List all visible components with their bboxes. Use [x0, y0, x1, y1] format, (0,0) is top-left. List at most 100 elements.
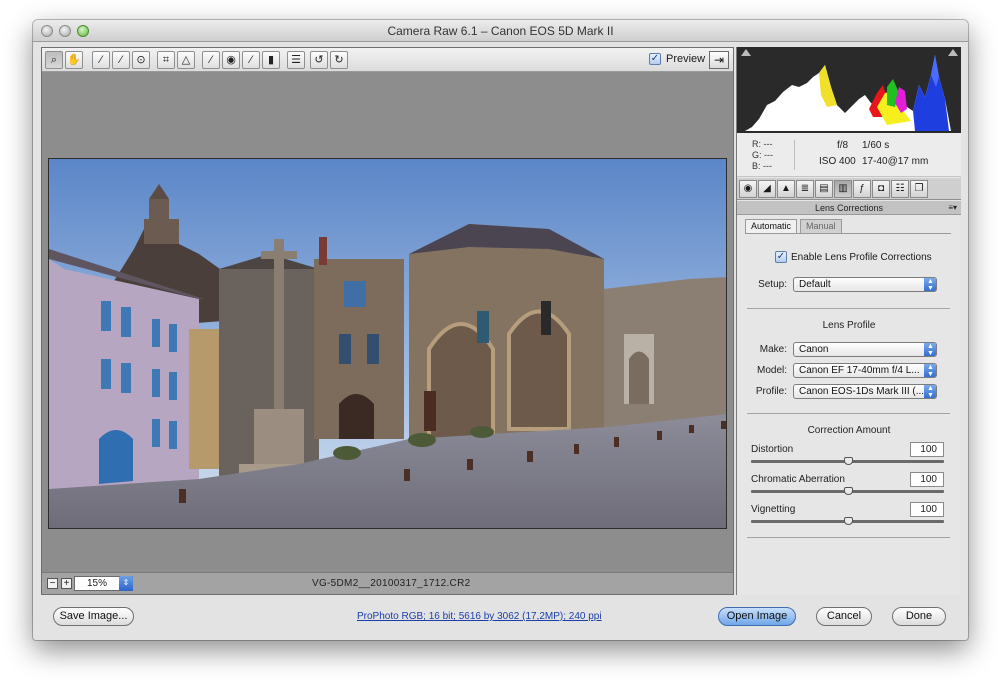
camera-calibration-tab-icon[interactable]: ◘: [872, 180, 890, 198]
distortion-slider-thumb[interactable]: [843, 457, 853, 465]
adjustments-panel: R: --- G: --- B: --- f/8 1/60 s ISO 400 …: [736, 47, 961, 595]
subtab-divider: [745, 233, 951, 234]
preview-check-icon[interactable]: ✓: [649, 53, 661, 65]
preferences-icon[interactable]: ☰: [287, 51, 305, 69]
divider: [747, 413, 950, 414]
file-name: VG-5DM2__20100317_1712.CR2: [312, 578, 471, 589]
divider: [747, 537, 950, 538]
preview-label: Preview: [666, 53, 706, 65]
hsl-tab-icon[interactable]: ≣: [796, 180, 814, 198]
enable-profile-checkbox[interactable]: ✓ Enable Lens Profile Corrections: [775, 251, 932, 263]
tone-curve-tab-icon[interactable]: ◢: [758, 180, 776, 198]
make-select[interactable]: Canon ▲ ▼: [793, 342, 937, 357]
presets-tab-icon[interactable]: ☷: [891, 180, 909, 198]
crop-tool-icon[interactable]: ⌗: [157, 51, 175, 69]
profile-select[interactable]: Canon EOS-1Ds Mark III (... ▲ ▼: [793, 384, 937, 399]
status-bar: − + 15% ⇕ VG-5DM2__20100317_1712.CR2: [42, 572, 733, 594]
make-dropdown-icon[interactable]: ▲ ▼: [924, 343, 936, 356]
graduated-filter-tool-icon[interactable]: ▮: [262, 51, 280, 69]
basic-tab-icon[interactable]: ◉: [739, 180, 757, 198]
histogram-graph: [745, 55, 951, 131]
pixel-readout: R: --- G: --- B: --- f/8 1/60 s ISO 400 …: [737, 133, 961, 177]
model-dropdown-icon[interactable]: ▲ ▼: [924, 364, 936, 377]
window-title: Camera Raw 6.1 – Canon EOS 5D Mark II: [387, 24, 614, 38]
make-value: Canon: [799, 344, 829, 355]
effects-tab-icon[interactable]: ƒ: [853, 180, 871, 198]
subtabs: Automatic Manual: [745, 219, 951, 233]
tool-bar: ⌕ ✋ ⁄ ⁄ ⊙ ⌗ △ ⁄ ◉ ⁄ ▮ ☰ ↺ ↻ ✓ Preview ⇥: [42, 48, 733, 72]
setup-value: Default: [799, 279, 831, 290]
hand-tool-icon[interactable]: ✋: [65, 51, 83, 69]
open-image-button[interactable]: Open Image: [718, 607, 796, 626]
chromatic-aberration-slider-thumb[interactable]: [843, 487, 853, 495]
red-eye-tool-icon[interactable]: ◉: [222, 51, 240, 69]
zoom-out-icon[interactable]: −: [47, 578, 58, 589]
distortion-slider[interactable]: [751, 457, 944, 465]
spot-removal-tool-icon[interactable]: ⁄: [202, 51, 220, 69]
aperture-value: f/8: [837, 140, 849, 151]
correction-amount-title: Correction Amount: [807, 425, 891, 436]
straighten-tool-icon[interactable]: △: [177, 51, 195, 69]
readout-divider: [794, 140, 795, 170]
snapshots-tab-icon[interactable]: ❐: [910, 180, 928, 198]
rotate-right-icon[interactable]: ↻: [330, 51, 348, 69]
chromatic-aberration-value[interactable]: 100: [910, 472, 944, 487]
fullscreen-toggle-icon[interactable]: ⇥: [709, 51, 729, 69]
panel-tabs: ◉ ◢ ▲ ≣ ▤ ▥ ƒ ◘ ☷ ❐: [737, 178, 961, 200]
zoom-window-icon[interactable]: [77, 25, 89, 37]
panel-menu-icon[interactable]: ≡▾: [948, 201, 957, 215]
setup-dropdown-icon[interactable]: ▲ ▼: [924, 278, 936, 291]
tab-automatic[interactable]: Automatic: [745, 219, 798, 233]
red-readout: R: ---: [752, 139, 773, 149]
detail-tab-icon[interactable]: ▲: [777, 180, 795, 198]
preview-pane: ⌕ ✋ ⁄ ⁄ ⊙ ⌗ △ ⁄ ◉ ⁄ ▮ ☰ ↺ ↻ ✓ Preview ⇥: [41, 47, 734, 595]
chromatic-aberration-label: Chromatic Aberration: [751, 474, 845, 485]
color-sampler-tool-icon[interactable]: ⁄: [112, 51, 130, 69]
split-toning-tab-icon[interactable]: ▤: [815, 180, 833, 198]
lens-value: 17-40@17 mm: [862, 156, 929, 167]
setup-label: Setup:: [758, 279, 787, 290]
blue-readout: B: ---: [752, 161, 773, 171]
lens-corrections-tab-icon[interactable]: ▥: [834, 180, 852, 198]
close-window-icon[interactable]: [41, 25, 53, 37]
rotate-left-icon[interactable]: ↺: [310, 51, 328, 69]
histogram: [737, 47, 961, 133]
adjustment-brush-tool-icon[interactable]: ⁄: [242, 51, 260, 69]
tab-manual[interactable]: Manual: [800, 219, 842, 233]
zoom-tool-icon[interactable]: ⌕: [45, 51, 63, 69]
section-header: Lens Corrections ≡▾: [737, 201, 961, 215]
iso-value: ISO 400: [819, 156, 856, 167]
vignetting-slider-thumb[interactable]: [843, 517, 853, 525]
save-image-button[interactable]: Save Image...: [53, 607, 134, 626]
zoom-dropdown-icon[interactable]: ⇕: [119, 576, 133, 591]
preview-checkbox[interactable]: ✓ Preview: [649, 53, 705, 65]
model-label: Model:: [756, 365, 787, 376]
targeted-adjustment-tool-icon[interactable]: ⊙: [132, 51, 150, 69]
minimize-window-icon[interactable]: [59, 25, 71, 37]
chromatic-aberration-slider[interactable]: [751, 487, 944, 495]
zoom-in-icon[interactable]: +: [61, 578, 72, 589]
profile-value: Canon EOS-1Ds Mark III (...: [799, 386, 925, 397]
make-label: Make:: [759, 344, 787, 355]
lens-profile-title: Lens Profile: [822, 320, 876, 331]
enable-profile-label: Enable Lens Profile Corrections: [791, 251, 932, 263]
profile-dropdown-icon[interactable]: ▲ ▼: [924, 385, 936, 398]
workflow-options-link[interactable]: ProPhoto RGB; 16 bit; 5616 by 3062 (17,2…: [357, 611, 602, 622]
profile-label: Profile:: [755, 386, 787, 397]
setup-select[interactable]: Default ▲ ▼: [793, 277, 937, 292]
cancel-button[interactable]: Cancel: [816, 607, 872, 626]
model-select[interactable]: Canon EF 17-40mm f/4 L... ▲ ▼: [793, 363, 937, 378]
enable-profile-check-icon[interactable]: ✓: [775, 251, 787, 263]
vignetting-slider[interactable]: [751, 517, 944, 525]
vignetting-label: Vignetting: [751, 504, 796, 515]
vignetting-value[interactable]: 100: [910, 502, 944, 517]
zoom-level-value: 15%: [87, 578, 108, 589]
photo-preview[interactable]: [48, 158, 727, 529]
title-bar: Camera Raw 6.1 – Canon EOS 5D Mark II: [33, 20, 968, 42]
done-button[interactable]: Done: [892, 607, 946, 626]
model-value: Canon EF 17-40mm f/4 L...: [799, 365, 920, 376]
white-balance-tool-icon[interactable]: ⁄: [92, 51, 110, 69]
green-readout: G: ---: [752, 150, 774, 160]
distortion-value[interactable]: 100: [910, 442, 944, 457]
zoom-level-select[interactable]: 15% ⇕: [74, 576, 133, 591]
